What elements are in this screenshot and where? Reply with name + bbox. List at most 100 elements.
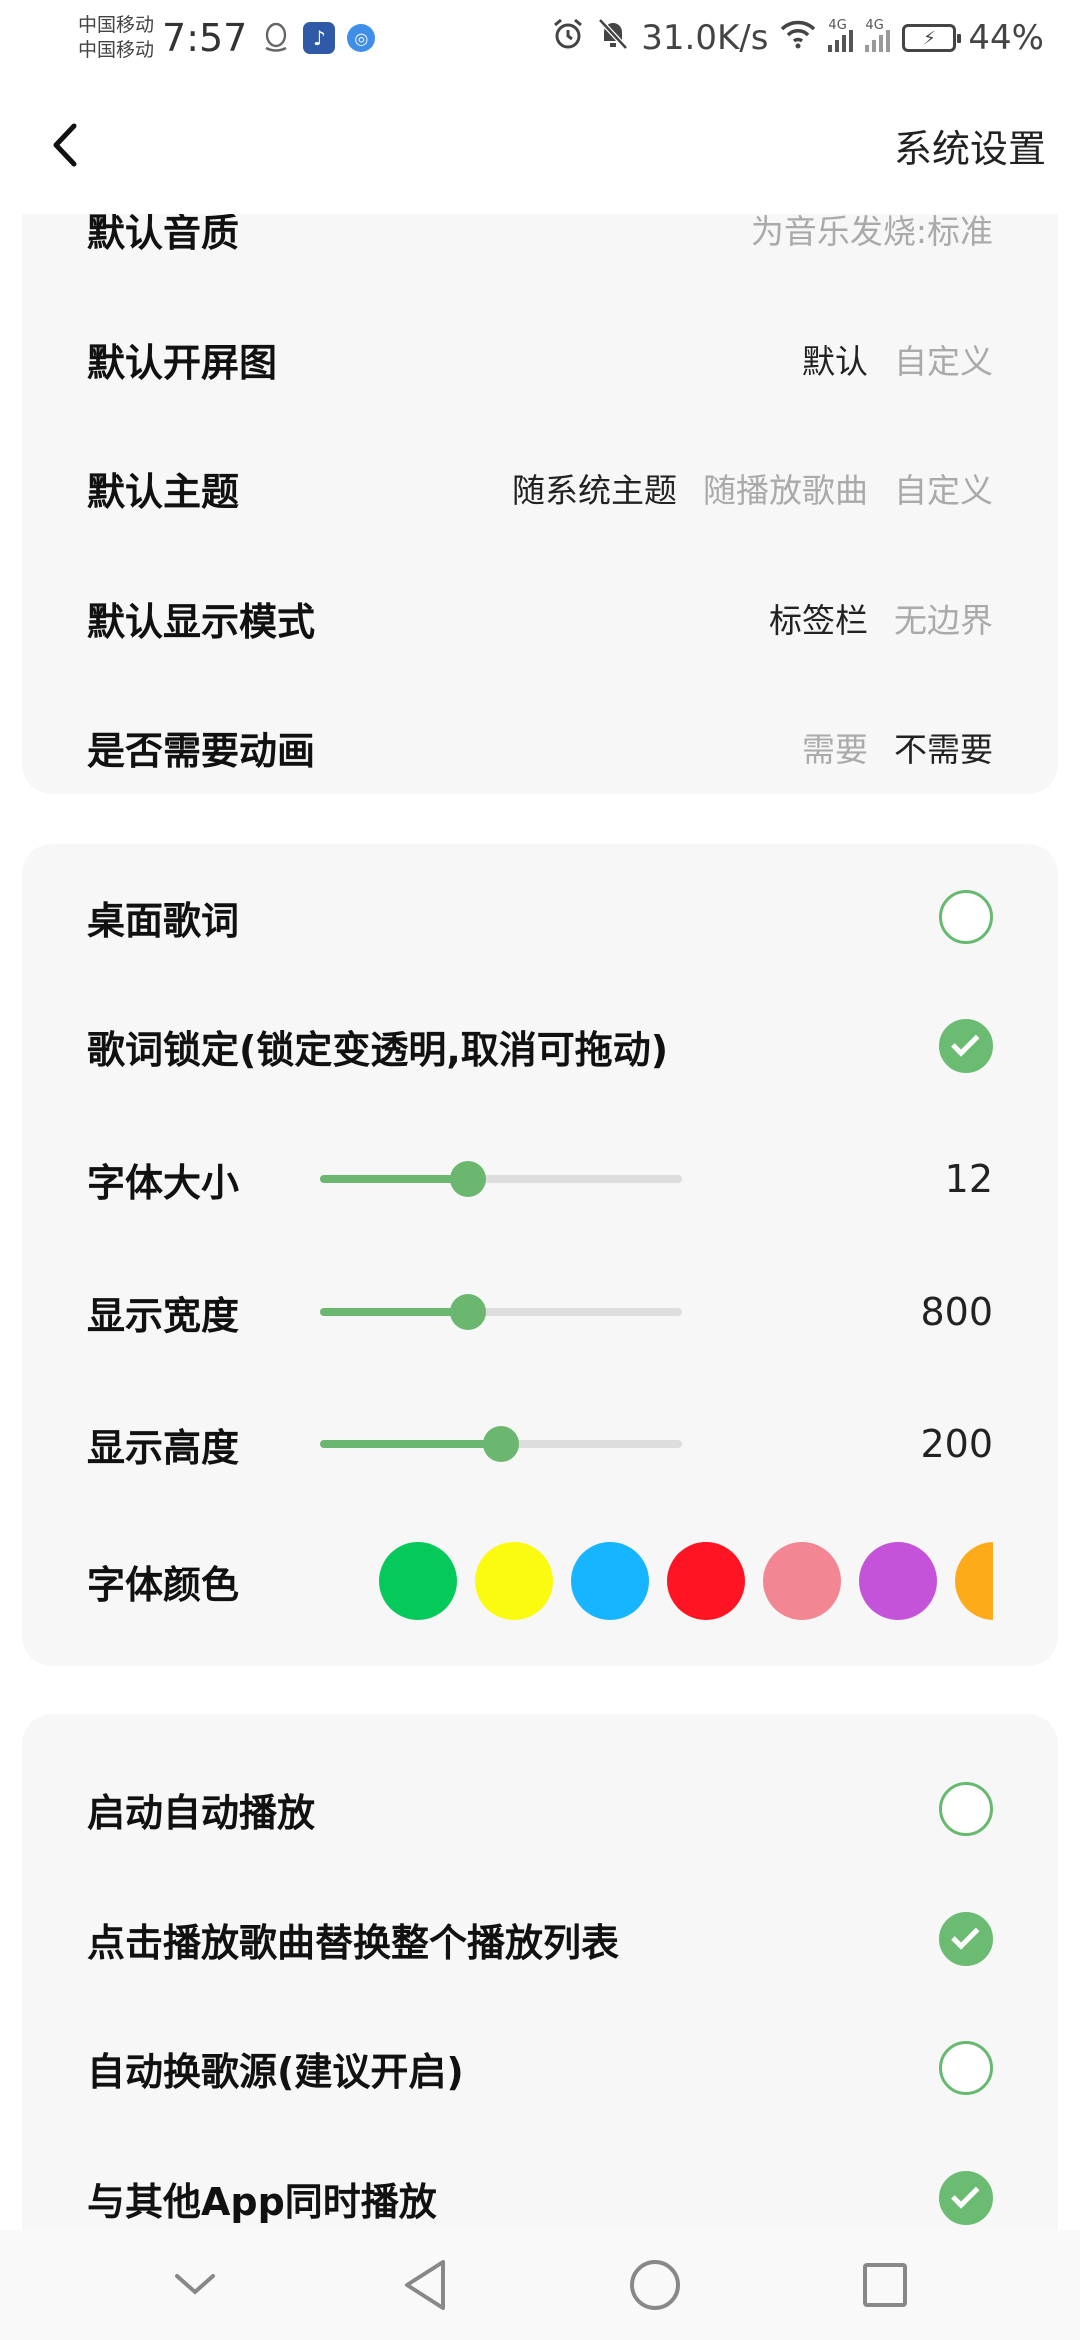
option-mode-borderless[interactable]: 无边界 (894, 594, 993, 642)
replace-playlist-toggle[interactable] (939, 1912, 993, 1966)
replace-playlist-row[interactable]: 点击播放歌曲替换整个播放列表 (87, 1894, 993, 1984)
option-quality-standard[interactable]: 为音乐发烧:标准 (751, 214, 993, 253)
option-animation-no[interactable]: 不需要 (894, 723, 993, 771)
status-bar: 中国移动 中国移动 7:57 ♪ ◎ 31.0K/s 4G 4G ⚡ 44% (0, 0, 1080, 76)
display-width-slider[interactable] (320, 1294, 682, 1330)
row-label: 歌词锁定(锁定变透明,取消可拖动) (87, 1027, 669, 1072)
option-theme-song[interactable]: 随播放歌曲 (703, 464, 868, 512)
color-swatch-7[interactable] (955, 1542, 993, 1620)
default-theme-row: 默认主题 随系统主题 随播放歌曲 自定义 (87, 443, 993, 533)
check-icon (951, 2180, 980, 2209)
settings-scroll-area[interactable]: 默认音质 为音乐发烧:标准 默认开屏图 默认 自定义 默认主题 随系统主题 随播… (0, 214, 1080, 2230)
row-label: 字体颜色 (87, 1562, 240, 1607)
wifi-icon (780, 18, 816, 58)
row-label: 自动换歌源(建议开启) (87, 2049, 464, 2094)
chevron-down-icon (175, 2274, 215, 2295)
back-button[interactable] (40, 115, 90, 175)
nav-hide-button[interactable] (160, 2250, 230, 2320)
auto-switch-source-toggle[interactable] (939, 2041, 993, 2095)
slider-fill (320, 1308, 469, 1316)
network-speed: 31.0K/s (641, 18, 769, 58)
lyrics-lock-row[interactable]: 歌词锁定(锁定变透明,取消可拖动) (87, 1001, 993, 1091)
carrier-name-1: 中国移动 (78, 14, 155, 36)
playback-settings-card: 启动自动播放 点击播放歌曲替换整个播放列表 自动换歌源(建议开启) 与其他App… (22, 1714, 1058, 2230)
option-mode-tabbar[interactable]: 标签栏 (769, 594, 868, 642)
triangle-back-icon (405, 2260, 445, 2310)
chevron-left-icon (53, 123, 77, 167)
nav-recents-button[interactable] (850, 2250, 920, 2320)
row-label: 默认音质 (87, 214, 240, 255)
font-color-row: 字体颜色 (87, 1536, 993, 1626)
row-label: 显示高度 (87, 1425, 240, 1470)
nav-home-button[interactable] (620, 2250, 690, 2320)
option-animation-yes[interactable]: 需要 (802, 723, 868, 771)
autoplay-row[interactable]: 启动自动播放 (87, 1764, 993, 1854)
carrier-name-2: 中国移动 (78, 39, 155, 61)
battery-icon: ⚡ (902, 24, 962, 52)
row-label: 字体大小 (87, 1160, 240, 1205)
row-label: 与其他App同时播放 (87, 2179, 437, 2224)
signal-tag-2: 4G (865, 18, 884, 33)
animation-row: 是否需要动画 需要 不需要 (87, 702, 993, 792)
slider-fill (320, 1175, 469, 1183)
default-display-mode-row: 默认显示模式 标签栏 无边界 (87, 573, 993, 663)
color-swatch-1[interactable] (379, 1542, 457, 1620)
slider-thumb[interactable] (450, 1294, 487, 1330)
font-size-value: 12 (944, 1157, 993, 1201)
row-label: 默认开屏图 (87, 340, 278, 385)
qq-icon (261, 22, 291, 54)
animation-options: 需要 不需要 (802, 723, 993, 771)
carrier-info: 中国移动 中国移动 (78, 13, 154, 63)
row-label: 是否需要动画 (87, 728, 316, 773)
row-label: 默认主题 (87, 469, 240, 514)
slider-thumb[interactable] (483, 1426, 519, 1462)
auto-switch-source-row[interactable]: 自动换歌源(建议开启) (87, 2023, 993, 2113)
row-label: 点击播放歌曲替换整个播放列表 (87, 1920, 620, 1965)
desktop-lyrics-toggle[interactable] (939, 890, 993, 944)
color-swatch-6[interactable] (859, 1542, 937, 1620)
slider-thumb[interactable] (450, 1161, 487, 1197)
cell-signal-2-icon: 4G (865, 18, 891, 52)
mix-with-others-toggle[interactable] (939, 2171, 993, 2225)
autoplay-toggle[interactable] (939, 1782, 993, 1836)
theme-options: 随系统主题 随播放歌曲 自定义 (512, 464, 993, 512)
nav-back-button[interactable] (390, 2250, 460, 2320)
signal-tag-1: 4G (828, 18, 847, 33)
row-label: 桌面歌词 (87, 898, 240, 943)
color-swatch-5[interactable] (763, 1542, 841, 1620)
battery-percent: 44% (968, 18, 1044, 58)
color-swatches (379, 1536, 993, 1626)
row-label: 默认显示模式 (87, 599, 316, 644)
check-icon (951, 1028, 980, 1057)
cell-signal-1-icon: 4G (828, 18, 854, 52)
page-title: 系统设置 (893, 126, 1046, 171)
display-height-value: 200 (920, 1422, 993, 1466)
default-splash-row: 默认开屏图 默认 自定义 (87, 314, 993, 404)
color-swatch-2[interactable] (475, 1542, 553, 1620)
display-width-value: 800 (920, 1290, 993, 1334)
alarm-icon (551, 17, 585, 60)
clock: 7:57 (162, 16, 248, 60)
display-height-slider[interactable] (320, 1426, 682, 1462)
display-mode-options: 标签栏 无边界 (769, 594, 993, 642)
general-settings-card: 默认音质 为音乐发烧:标准 默认开屏图 默认 自定义 默认主题 随系统主题 随播… (22, 214, 1058, 794)
lyrics-lock-toggle[interactable] (939, 1019, 993, 1073)
globe-app-icon: ◎ (347, 24, 376, 52)
display-width-row: 显示宽度 800 (87, 1267, 993, 1357)
row-label: 显示宽度 (87, 1293, 240, 1338)
color-swatch-3[interactable] (571, 1542, 649, 1620)
font-size-row: 字体大小 12 (87, 1134, 993, 1224)
option-splash-default[interactable]: 默认 (802, 335, 868, 383)
mute-bell-icon (597, 17, 629, 60)
splash-options: 默认 自定义 (802, 335, 993, 383)
mix-with-others-row[interactable]: 与其他App同时播放 (87, 2153, 993, 2230)
font-size-slider[interactable] (320, 1161, 682, 1197)
option-theme-system[interactable]: 随系统主题 (512, 464, 677, 512)
default-quality-row[interactable]: 默认音质 为音乐发烧:标准 (87, 214, 993, 274)
option-splash-custom[interactable]: 自定义 (894, 335, 993, 383)
desktop-lyrics-row[interactable]: 桌面歌词 (87, 872, 993, 962)
app-header: 系统设置 (0, 76, 1080, 214)
slider-fill (320, 1440, 501, 1448)
color-swatch-4[interactable] (667, 1542, 745, 1620)
option-theme-custom[interactable]: 自定义 (894, 464, 993, 512)
